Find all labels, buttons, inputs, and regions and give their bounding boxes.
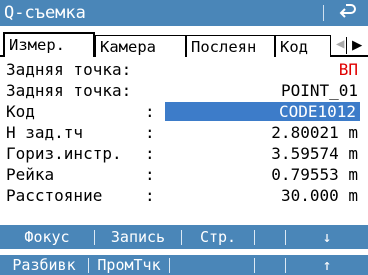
row-rod: Рейка : 0.79553 m — [6, 165, 358, 184]
field-label: Расстояние — [6, 186, 103, 205]
row-distance: Расстояние : 30.000 m — [6, 186, 358, 205]
tab-label: Измер. — [9, 36, 65, 54]
rod-value[interactable]: 0.79553 m — [271, 165, 358, 184]
row-h-back: H зад.тч : 2.80021 m — [6, 123, 358, 142]
field-label: H зад.тч — [6, 123, 84, 142]
app-title: Q-съемка — [4, 3, 86, 23]
backsight-point-value[interactable]: POINT_01 — [281, 81, 358, 100]
tab-camera[interactable]: Камера — [95, 35, 186, 57]
field-label: Задняя точка: — [6, 81, 132, 100]
tab-code[interactable]: Код — [275, 35, 331, 57]
tab-label: Камера — [100, 38, 156, 56]
record-button[interactable]: Запись — [95, 225, 181, 249]
title-divider — [323, 5, 324, 21]
tab-label: Код — [280, 38, 308, 56]
back-arrow-icon[interactable] — [336, 2, 360, 24]
row-backsight-point: Задняя точка: POINT_01 — [0, 81, 368, 100]
tab-strip: Измер. Камера Послеян Код ◀ ▶ — [0, 30, 368, 57]
field-label: Задняя точка: — [6, 60, 132, 79]
tab-last[interactable]: Послеян — [186, 35, 275, 57]
scroll-left-icon[interactable]: ◀ — [336, 36, 344, 52]
scroll-right-icon[interactable]: ▶ — [352, 35, 362, 55]
field-label: Код — [6, 102, 35, 121]
backsight-value[interactable]: ВП — [339, 60, 358, 79]
page-button[interactable]: Стр. — [182, 225, 254, 249]
row-hz-instr: Гориз.инстр. : 3.59574 m — [6, 144, 358, 163]
tab-scroll-buttons: ◀ ▶ — [330, 34, 366, 56]
title-bar: Q-съемка — [0, 0, 368, 26]
tab-label: Послеян — [191, 38, 257, 56]
code-field[interactable]: CODE1012 — [165, 102, 360, 121]
softkey-bar-2: Разбивк ПромТчк ↑ — [0, 255, 368, 275]
row-backsight: Задняя точка: ВП — [0, 60, 368, 79]
row-code: Код : CODE1012 — [0, 102, 368, 121]
hz-instr-value[interactable]: 3.59574 m — [271, 144, 358, 163]
field-label: Рейка — [6, 165, 55, 184]
distance-value[interactable]: 30.000 m — [281, 186, 358, 205]
arrow-down-icon[interactable]: ↓ — [286, 225, 368, 249]
softkey-bar-1: Фокус Запись Стр. ↓ — [0, 225, 368, 249]
tab-measure[interactable]: Измер. — [3, 32, 95, 57]
focus-button[interactable]: Фокус — [0, 225, 94, 249]
h-back-value[interactable]: 2.80021 m — [271, 123, 358, 142]
intermediate-point-button[interactable]: ПромТчк — [89, 255, 169, 275]
field-label: Гориз.инстр. — [6, 144, 122, 163]
stakeout-button[interactable]: Разбивк — [0, 255, 88, 275]
arrow-up-icon[interactable]: ↑ — [286, 255, 368, 275]
